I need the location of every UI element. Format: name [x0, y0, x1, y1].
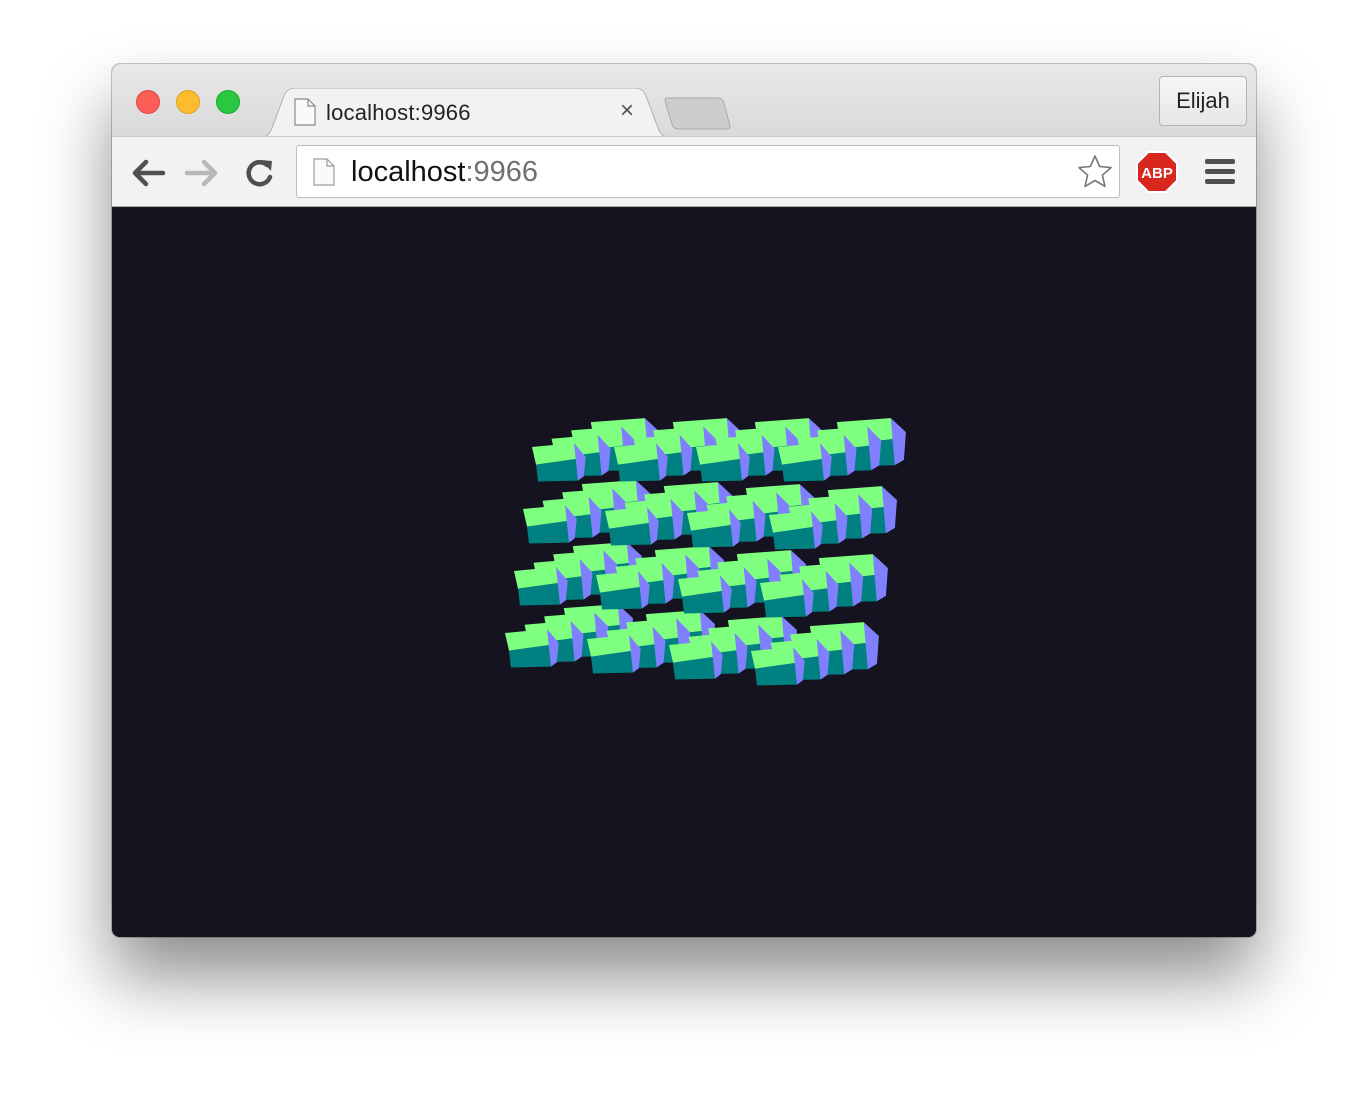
cube [760, 579, 814, 618]
cube [614, 443, 668, 482]
cube [778, 443, 832, 482]
maximize-window-button[interactable] [216, 90, 240, 114]
cube [505, 629, 559, 668]
cube [587, 635, 641, 674]
adblock-plus-icon[interactable]: ABP [1136, 151, 1178, 193]
profile-button[interactable]: Elijah [1159, 76, 1247, 126]
extension-label: ABP [1141, 165, 1173, 182]
close-window-button[interactable] [136, 90, 160, 114]
page-content [112, 207, 1256, 937]
cube [696, 443, 750, 482]
tab-strip: localhost:9966 × Elijah [112, 64, 1256, 138]
cube [605, 507, 659, 546]
minimize-window-button[interactable] [176, 90, 200, 114]
forward-arrow-icon[interactable] [184, 157, 220, 189]
cube [596, 571, 650, 610]
toolbar: localhost:9966 ABP [112, 136, 1256, 207]
tab-localhost[interactable]: localhost:9966 × [258, 88, 672, 138]
url-text[interactable]: localhost:9966 [351, 156, 538, 189]
new-tab-button[interactable] [664, 96, 732, 130]
profile-name: Elijah [1176, 88, 1230, 113]
page-icon [313, 158, 335, 186]
cube [687, 509, 741, 548]
cube [669, 641, 723, 680]
page-icon [294, 98, 316, 126]
url-host: localhost [351, 156, 466, 188]
cube [751, 647, 805, 686]
reload-icon[interactable] [242, 157, 278, 189]
cube [769, 511, 823, 550]
cube [514, 567, 568, 606]
star-icon[interactable] [1077, 154, 1113, 190]
address-bar[interactable]: localhost:9966 [296, 145, 1120, 198]
cube [678, 575, 732, 614]
back-arrow-icon[interactable] [130, 157, 166, 189]
tab-title: localhost:9966 [326, 100, 471, 125]
webgl-canvas[interactable] [112, 207, 1256, 937]
tab-close-icon[interactable]: × [620, 97, 634, 125]
url-port: :9966 [465, 156, 539, 188]
cube [532, 443, 586, 482]
hamburger-menu-icon[interactable] [1204, 157, 1236, 187]
browser-window: localhost:9966 × Elijah localhost:9966 A… [112, 64, 1256, 937]
cube [523, 505, 577, 544]
